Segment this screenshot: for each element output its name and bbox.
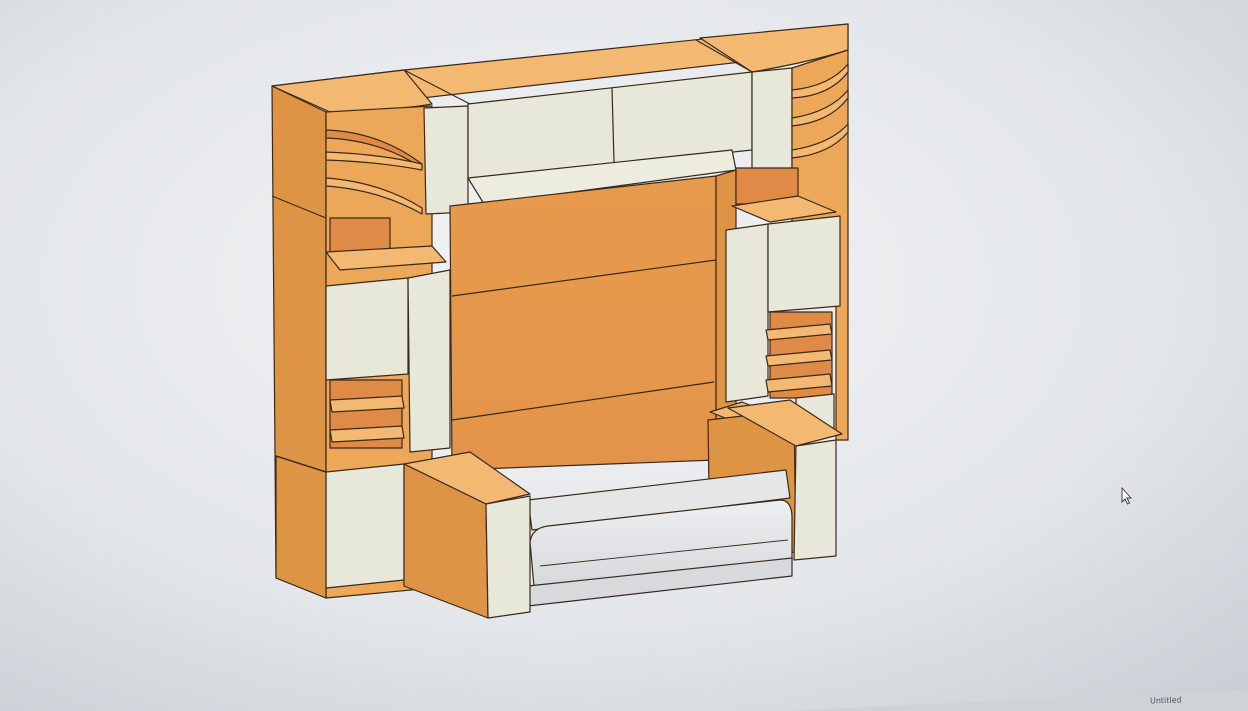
taskbar-label: Untitled: [1149, 695, 1182, 706]
cad-viewport[interactable]: [0, 0, 1248, 711]
right-mid-door-2: [767, 215, 841, 313]
left-upper-door: [423, 105, 469, 215]
back-panel: [449, 175, 717, 471]
left-mid-door-1: [325, 277, 409, 381]
right-upper-door: [751, 67, 793, 173]
right-mid-door-1: [725, 223, 769, 403]
right-nightstand-door: [793, 439, 837, 561]
left-nightstand-door: [485, 495, 531, 619]
left-niche: [329, 217, 391, 253]
furniture-model: [271, 23, 849, 619]
cad-viewport-screen: Untitled: [0, 0, 1248, 711]
left-bottom-door: [325, 463, 405, 589]
left-base-side: [275, 455, 327, 599]
left-mid-door-2: [407, 269, 451, 453]
